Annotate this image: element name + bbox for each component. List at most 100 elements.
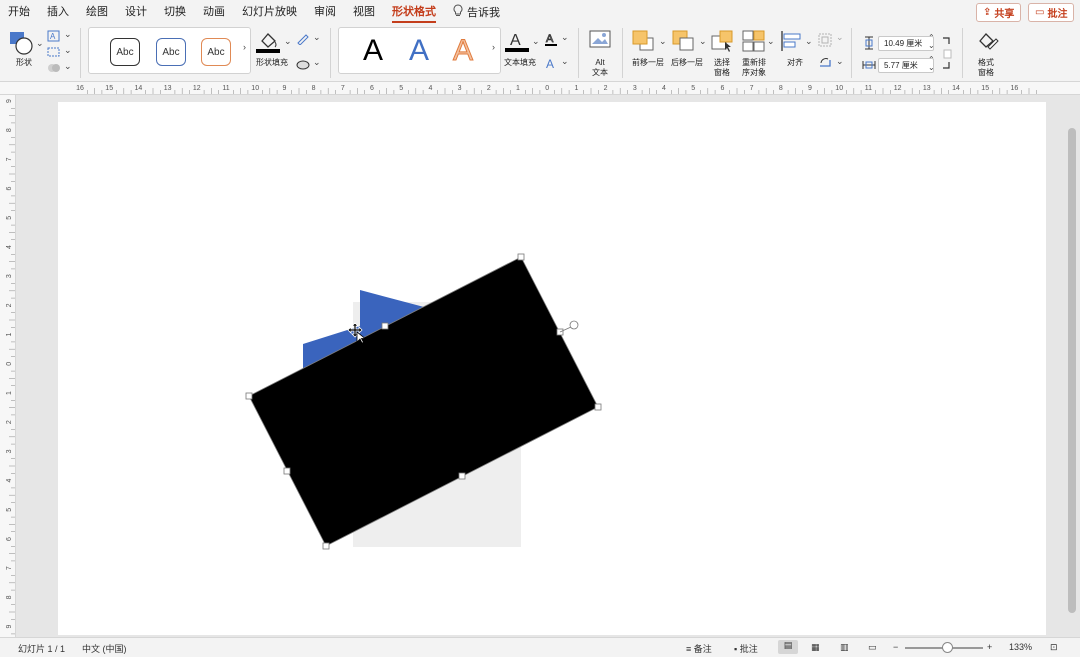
- text-fill-chevron-icon[interactable]: ⌄: [532, 36, 540, 47]
- zoom-out-icon[interactable]: −: [893, 642, 898, 652]
- comment-bubble-icon: ▪: [734, 644, 738, 654]
- reorder-label-1: 重新排: [742, 58, 766, 67]
- tab-view[interactable]: 视图: [353, 0, 375, 24]
- group-chevron-icon[interactable]: ⌄: [836, 32, 844, 43]
- normal-view-icon[interactable]: ▤: [778, 640, 798, 654]
- text-outline-icon[interactable]: A: [544, 32, 558, 49]
- ruler-tick-label: 3: [6, 449, 13, 453]
- merge-shapes-chevron-icon[interactable]: ⌄: [64, 61, 72, 72]
- shape-outline-icon[interactable]: [296, 33, 310, 48]
- text-outline-chevron-icon[interactable]: ⌄: [561, 32, 569, 43]
- slide-canvas[interactable]: [58, 102, 1046, 635]
- tab-shape-format[interactable]: 形状格式: [392, 0, 436, 24]
- align-chevron-icon[interactable]: ⌄: [805, 36, 813, 47]
- edit-shape-chevron-icon[interactable]: ⌄: [64, 29, 72, 40]
- shape-fill-button[interactable]: [256, 29, 282, 56]
- resize-handle-bottom-right[interactable]: [594, 403, 602, 411]
- vertical-ruler-marks: 9 8 7 6 5 4 3 2 1 0 1 2 3 4 5 6 7 8 9: [6, 99, 15, 649]
- tab-design[interactable]: 设计: [125, 0, 147, 24]
- bring-forward-button[interactable]: [632, 30, 656, 55]
- width-input[interactable]: 5.77 厘米: [878, 58, 934, 73]
- text-fill-button[interactable]: A: [505, 29, 531, 56]
- group-objects-icon[interactable]: [818, 33, 832, 50]
- shape-fill-chevron-icon[interactable]: ⌄: [284, 36, 292, 47]
- shape-outline-chevron-icon[interactable]: ⌄: [313, 32, 321, 43]
- height-input[interactable]: 10.49 厘米: [878, 36, 934, 51]
- text-box-chevron-icon[interactable]: ⌄: [64, 45, 72, 56]
- shapes-button[interactable]: [8, 30, 34, 59]
- wordart-style-3[interactable]: A: [452, 33, 473, 69]
- rotation-handle-icon[interactable]: [569, 320, 579, 330]
- ruler-tick-label: 7: [341, 85, 345, 92]
- tab-draw[interactable]: 绘图: [86, 0, 108, 24]
- vertical-scrollbar[interactable]: [1068, 128, 1076, 613]
- reorder-objects-icon: [742, 30, 765, 52]
- resize-handle-left[interactable]: [283, 467, 291, 475]
- comments-status-button[interactable]: ▪ 批注: [734, 642, 758, 655]
- resize-handle-top[interactable]: [381, 322, 389, 330]
- language-indicator[interactable]: 中文 (中国): [82, 642, 127, 655]
- reading-view-icon[interactable]: ▥: [840, 642, 849, 653]
- text-effects-icon[interactable]: A: [544, 56, 558, 73]
- rotate-chevron-icon[interactable]: ⌄: [836, 56, 844, 67]
- resize-handle-bottom-left[interactable]: [322, 542, 330, 550]
- format-pane-button[interactable]: [974, 29, 1000, 56]
- tell-me-label: 告诉我: [467, 7, 500, 19]
- align-button[interactable]: [780, 30, 804, 55]
- comments-button[interactable]: ▭ 批注: [1028, 3, 1075, 22]
- wordart-style-2[interactable]: A: [409, 33, 429, 69]
- wordart-more-icon[interactable]: ›: [492, 42, 495, 52]
- shape-style-3[interactable]: Abc: [201, 38, 231, 66]
- rotate-icon[interactable]: [818, 56, 832, 73]
- reorder-chevron-icon[interactable]: ⌄: [767, 36, 775, 47]
- resize-handle-top-left[interactable]: [245, 392, 253, 400]
- svg-text:A: A: [546, 57, 554, 70]
- selection-pane-button[interactable]: [711, 30, 735, 55]
- send-backward-chevron-icon[interactable]: ⌄: [699, 36, 707, 47]
- resize-handle-top-right[interactable]: [517, 253, 525, 261]
- send-backward-button[interactable]: [672, 30, 696, 55]
- slide-shapes: [245, 253, 602, 550]
- tell-me[interactable]: 告诉我: [453, 4, 500, 20]
- resize-handle-bottom[interactable]: [458, 472, 466, 480]
- wordart-style-1[interactable]: A: [363, 33, 383, 69]
- bring-forward-chevron-icon[interactable]: ⌄: [659, 36, 667, 47]
- fit-slide-icon[interactable]: ⊡: [1050, 642, 1058, 653]
- merge-shapes-icon[interactable]: [47, 62, 61, 77]
- tab-animations[interactable]: 动画: [203, 0, 225, 24]
- tab-home[interactable]: 开始: [8, 0, 30, 24]
- lock-aspect-icon[interactable]: [942, 36, 952, 73]
- notes-button[interactable]: ≡ 备注: [686, 642, 712, 655]
- ribbon-separator: [330, 28, 331, 78]
- edit-shape-icon[interactable]: A: [47, 30, 61, 45]
- shape-style-2[interactable]: Abc: [156, 38, 186, 66]
- ribbon-separator: [622, 28, 623, 78]
- zoom-level[interactable]: 133%: [1009, 642, 1032, 652]
- shape-effects-icon[interactable]: [296, 58, 310, 73]
- tab-transitions[interactable]: 切换: [164, 0, 186, 24]
- reorder-objects-button[interactable]: [742, 30, 766, 55]
- zoom-in-icon[interactable]: +: [987, 642, 992, 652]
- shape-style-1[interactable]: Abc: [110, 38, 140, 66]
- ruler-tick-label: 4: [6, 245, 13, 249]
- ruler-tick-label: 6: [370, 85, 374, 92]
- ruler-tick-label: 15: [981, 85, 989, 92]
- slide-sorter-icon[interactable]: ▦: [811, 642, 820, 653]
- height-stepper-icon[interactable]: ⌃ ⌄: [928, 34, 935, 50]
- text-box-icon[interactable]: [47, 46, 61, 61]
- horizontal-ruler-marks: 16 15 14 13 12 11 10 9 8 7 6 5 4 3 2 1 0 1 2 3 4 5 6 7 8 9 10 11 12 1…: [76, 85, 1037, 94]
- alt-text-button[interactable]: [589, 30, 611, 53]
- share-button[interactable]: ⇪ 共享: [976, 3, 1022, 22]
- tab-slideshow[interactable]: 幻灯片放映: [242, 0, 297, 24]
- shape-effects-chevron-icon[interactable]: ⌄: [313, 57, 321, 68]
- slideshow-view-icon[interactable]: ▭: [868, 642, 877, 653]
- ruler-tick-label: 6: [6, 537, 13, 541]
- tab-insert[interactable]: 插入: [47, 0, 69, 24]
- ruler-tick-label: 2: [6, 303, 13, 307]
- shape-styles-more-icon[interactable]: ›: [243, 42, 246, 52]
- zoom-slider-thumb[interactable]: [942, 642, 953, 653]
- width-stepper-icon[interactable]: ⌃ ⌄: [928, 56, 935, 72]
- tab-review[interactable]: 审阅: [314, 0, 336, 24]
- shapes-chevron-icon[interactable]: ⌄: [36, 38, 44, 49]
- text-effects-chevron-icon[interactable]: ⌄: [561, 56, 569, 67]
